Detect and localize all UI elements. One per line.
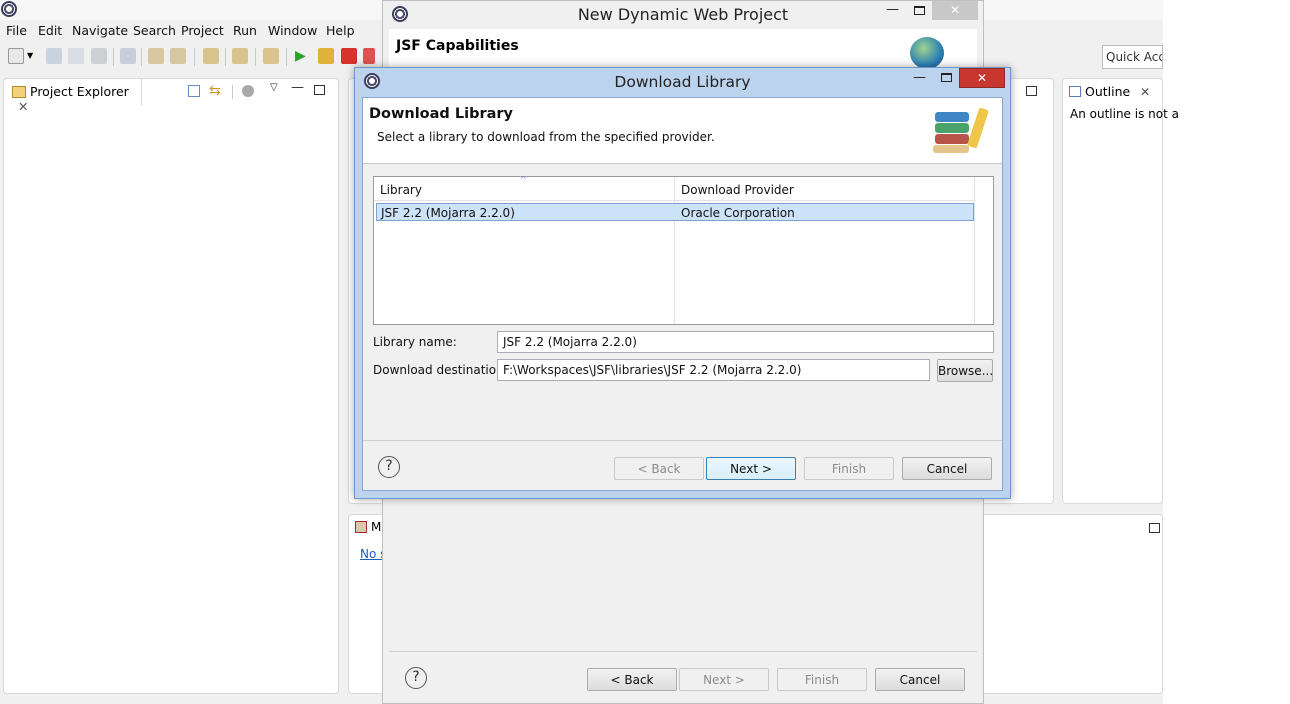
quick-access-input[interactable]: Quick Access — [1102, 45, 1163, 69]
library-name-field[interactable]: JSF 2.2 (Mojarra 2.2.0) — [497, 331, 994, 353]
menu-window[interactable]: Window — [268, 23, 317, 38]
header-title: JSF Capabilities — [396, 38, 519, 54]
dialog-button-bar: ? < Back Next > Finish Cancel — [389, 501, 977, 701]
download-library-dialog: Download Library — ✕ Download Library Se… — [354, 67, 1011, 499]
new-dropdown-icon[interactable]: ▼ — [27, 48, 37, 64]
help-icon[interactable]: ? — [405, 667, 427, 689]
save-all-icon[interactable] — [68, 48, 84, 64]
suspend-icon[interactable] — [318, 48, 334, 64]
next-button[interactable]: Next > — [679, 668, 769, 691]
column-header-download-provider[interactable]: Download Provider — [674, 177, 974, 201]
cancel-button[interactable]: Cancel — [875, 668, 965, 691]
project-explorer-label: Project Explorer — [30, 84, 129, 99]
maximize-icon[interactable] — [914, 6, 925, 15]
outline-icon — [1069, 86, 1081, 97]
filters-icon[interactable] — [242, 85, 254, 97]
menu-run[interactable]: Run — [233, 23, 257, 38]
menu-project[interactable]: Project — [181, 23, 224, 38]
close-button[interactable]: ✕ — [959, 68, 1005, 88]
step-icon[interactable] — [263, 48, 279, 64]
project-explorer-view: Project Explorer ✕ ⇆ ▽ — — [3, 78, 339, 694]
table-row[interactable]: JSF 2.2 (Mojarra 2.2.0) Oracle Corporati… — [376, 203, 974, 221]
back-button[interactable]: < Back — [587, 668, 677, 691]
globe-icon — [910, 37, 944, 69]
help-icon[interactable]: ? — [378, 456, 400, 478]
library-table: Library ^ Download Provider JSF 2.2 (Moj… — [373, 175, 994, 325]
column-header-library[interactable]: Library ^ — [374, 175, 674, 201]
maximize-icon[interactable] — [314, 85, 325, 95]
dialog-titlebar: New Dynamic Web Project — ✕ — [383, 1, 983, 29]
dialog-client-area: Download Library Select a library to dow… — [362, 97, 1003, 491]
outline-message: An outline is not a — [1070, 107, 1179, 121]
menu-navigate[interactable]: Navigate — [72, 23, 128, 38]
finish-button[interactable]: Finish — [804, 457, 894, 480]
minimize-icon[interactable]: — — [886, 2, 899, 17]
resume-icon[interactable]: ▶ — [295, 48, 311, 64]
project-explorer-icon — [12, 86, 26, 98]
markers-tab[interactable]: M — [355, 520, 381, 534]
new-icon[interactable] — [8, 48, 24, 64]
minimize-icon[interactable]: — — [913, 70, 926, 85]
project-explorer-tab[interactable]: Project Explorer ✕ — [4, 79, 142, 114]
library-books-icon — [933, 107, 991, 154]
maximize-icon[interactable] — [941, 73, 952, 82]
sort-ascending-icon: ^ — [520, 175, 527, 184]
save-icon[interactable] — [46, 48, 62, 64]
maximize-icon[interactable] — [1026, 86, 1037, 96]
skip-breakpoints-icon[interactable] — [120, 48, 136, 64]
menu-file[interactable]: File — [6, 23, 27, 38]
outline-tab[interactable]: Outline ✕ — [1063, 79, 1164, 105]
print-icon[interactable] — [91, 48, 107, 64]
outline-view: Outline ✕ An outline is not a — [1062, 78, 1179, 504]
close-icon[interactable]: ✕ — [1140, 85, 1150, 99]
eclipse-logo-icon — [1, 1, 17, 17]
browse-button[interactable]: Browse... — [937, 359, 993, 382]
markers-label: M — [371, 520, 382, 534]
back-button[interactable]: < Back — [614, 457, 704, 480]
build-all-icon[interactable] — [170, 48, 186, 64]
minimize-icon[interactable] — [1149, 523, 1160, 533]
minimize-icon[interactable]: — — [291, 80, 304, 95]
close-icon[interactable]: ✕ — [18, 99, 28, 114]
outline-label: Outline — [1085, 84, 1131, 99]
finish-button[interactable]: Finish — [777, 668, 867, 691]
collapse-all-icon[interactable] — [188, 85, 200, 97]
view-menu-icon[interactable]: ▽ — [270, 82, 278, 93]
open-type-icon[interactable] — [203, 48, 219, 64]
markers-icon — [355, 521, 367, 533]
next-button[interactable]: Next > — [706, 457, 796, 480]
dialog-title: Download Library — [614, 73, 751, 91]
download-destination-label: Download destination: — [373, 363, 508, 377]
menu-search[interactable]: Search — [133, 23, 176, 38]
menu-help[interactable]: Help — [326, 23, 355, 38]
library-name-label: Library name: — [373, 335, 457, 349]
dialog-header: Download Library Select a library to dow… — [363, 98, 1002, 164]
header-title: Download Library — [369, 106, 513, 122]
refresh-icon[interactable] — [232, 48, 248, 64]
link-with-editor-icon[interactable]: ⇆ — [209, 83, 221, 99]
disconnect-icon[interactable] — [363, 48, 375, 64]
cancel-button[interactable]: Cancel — [902, 457, 992, 480]
close-button[interactable]: ✕ — [932, 1, 978, 20]
menu-edit[interactable]: Edit — [38, 23, 62, 38]
download-destination-field[interactable]: F:\Workspaces\JSF\libraries\JSF 2.2 (Moj… — [497, 359, 930, 381]
build-icon[interactable] — [148, 48, 164, 64]
dialog-header: JSF Capabilities — [389, 29, 977, 69]
header-description: Select a library to download from the sp… — [377, 130, 715, 144]
cell-library: JSF 2.2 (Mojarra 2.2.0) — [381, 206, 515, 220]
cell-provider: Oracle Corporation — [681, 206, 795, 220]
terminate-icon[interactable] — [341, 48, 357, 64]
